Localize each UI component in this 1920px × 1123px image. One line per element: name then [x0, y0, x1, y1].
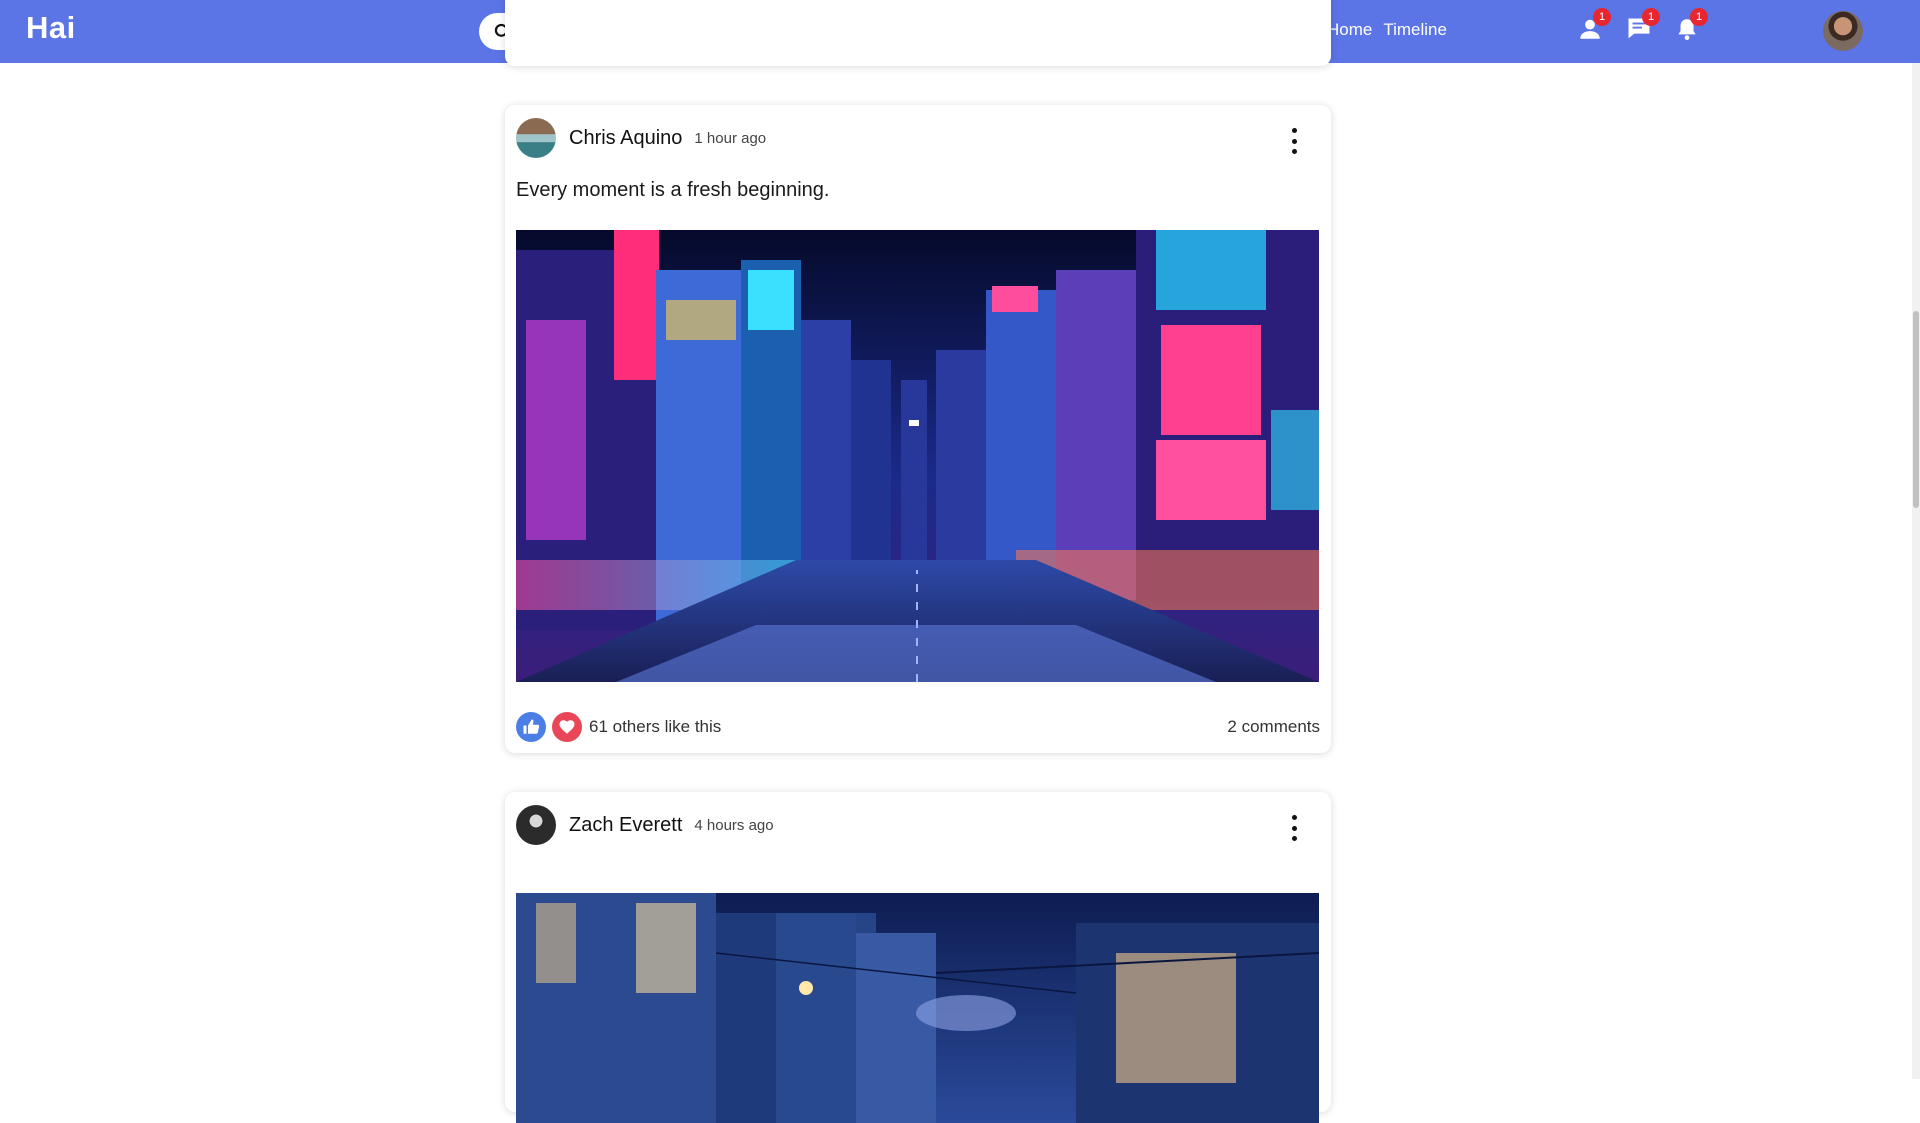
notifications-button[interactable]: 1 [1672, 8, 1708, 44]
more-vertical-icon [1291, 815, 1297, 820]
post-timestamp: 1 hour ago [694, 129, 767, 147]
post-image[interactable] [516, 893, 1319, 1123]
scrollbar-track[interactable] [1912, 63, 1920, 1079]
neon-city-street-image [516, 230, 1319, 682]
user-avatar[interactable] [1823, 11, 1863, 51]
post-author[interactable]: Chris Aquino [569, 127, 682, 150]
nav-links: Home Timeline [1327, 20, 1447, 40]
post-card: Zach Everett 4 hours ago [505, 792, 1331, 1123]
friend-requests-button[interactable]: 1 [1575, 8, 1611, 44]
heart-icon [559, 720, 575, 734]
post-footer: 61 others like this 2 comments [516, 711, 1320, 743]
more-vertical-icon [1291, 128, 1297, 133]
app-logo[interactable]: Hai [26, 10, 76, 46]
thumbs-up-icon [523, 719, 540, 734]
friend-requests-badge: 1 [1593, 8, 1611, 26]
previous-post-card [505, 0, 1331, 66]
scrollbar-thumb[interactable] [1913, 311, 1919, 508]
love-reaction-button[interactable] [552, 712, 582, 742]
post-header: Zach Everett 4 hours ago [516, 805, 1320, 845]
nav-timeline-link[interactable]: Timeline [1383, 20, 1447, 40]
messages-button[interactable]: 1 [1624, 8, 1660, 44]
notifications-badge: 1 [1690, 8, 1708, 26]
post-header: Chris Aquino 1 hour ago [516, 118, 1320, 158]
like-reaction-button[interactable] [516, 712, 546, 742]
post-options-button[interactable] [1284, 815, 1304, 841]
post-card: Chris Aquino 1 hour ago Every moment is … [505, 105, 1331, 753]
post-text: Every moment is a fresh beginning. [516, 179, 830, 201]
author-avatar[interactable] [516, 118, 556, 158]
comments-count[interactable]: 2 comments [1227, 717, 1320, 737]
likes-count: 61 others like this [589, 717, 722, 736]
post-timestamp: 4 hours ago [694, 816, 774, 834]
nav-home-link[interactable]: Home [1327, 20, 1372, 40]
night-alley-street-image [516, 893, 1319, 1123]
messages-badge: 1 [1642, 8, 1660, 26]
post-options-button[interactable] [1284, 128, 1304, 154]
author-avatar[interactable] [516, 805, 556, 845]
post-image[interactable] [516, 230, 1319, 682]
post-author[interactable]: Zach Everett [569, 814, 682, 837]
